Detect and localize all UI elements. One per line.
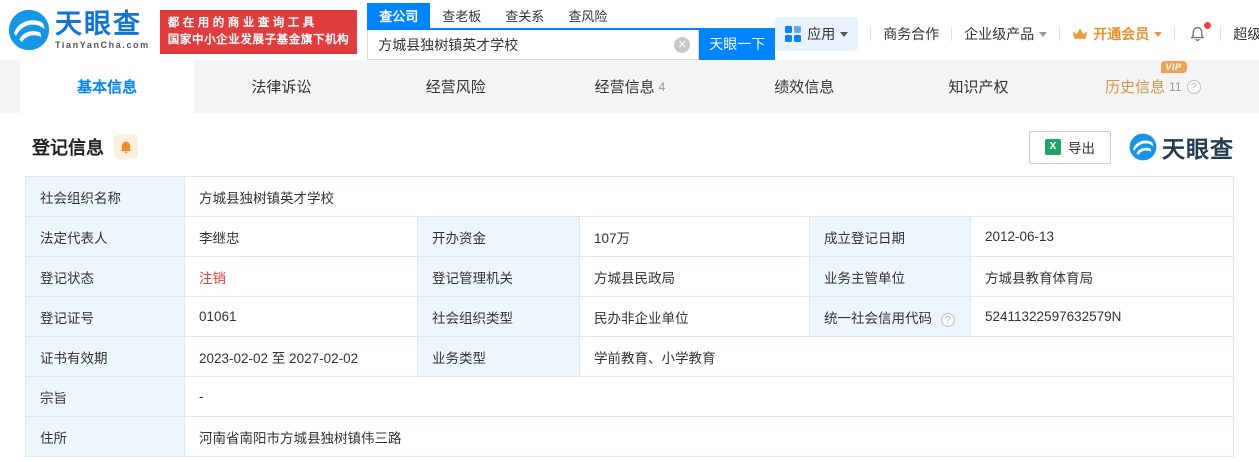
table-row: 住所 河南省南阳市方城县独树镇伟三路 [25, 416, 1234, 457]
main-content: 登记信息 X 导出 天眼查 社会组织名称 方城县独树镇英才学校 法定代表人 李继… [0, 130, 1259, 457]
promo-line-2: 国家中小企业发展子基金旗下机构 [167, 34, 350, 46]
field-value: - [184, 376, 1234, 417]
tianyancha-logo[interactable]: 天眼查 TianYanCha.com [8, 9, 150, 60]
field-value: 河南省南阳市方城县独树镇伟三路 [184, 416, 1234, 457]
logo-title: 天眼查 [55, 9, 142, 39]
table-row: 社会组织名称 方城县独树镇英才学校 [25, 176, 1234, 217]
help-icon[interactable]: ? [1186, 79, 1201, 94]
table-row: 登记状态 注销 登记管理机关 方城县民政局 业务主管单位 方城县教育体育局 [25, 256, 1234, 297]
table-row: 法定代表人 李继忠 开办资金 107万 成立登记日期 2012-06-13 [25, 216, 1234, 257]
nav-enterprise-products[interactable]: 企业级产品 [964, 24, 1048, 44]
field-label: 业务类型 [417, 336, 580, 377]
help-icon[interactable]: ? [940, 312, 955, 327]
field-label: 成立登记日期 [809, 216, 971, 257]
tianyancha-logo-icon [8, 9, 50, 51]
field-label: 社会组织名称 [25, 176, 185, 217]
top-nav: 应用 商务合作 企业级产品 开通会员 超级风... [775, 16, 1259, 52]
bell-icon [1190, 26, 1205, 42]
apps-menu[interactable]: 应用 [775, 17, 859, 51]
username: 超级风... [1233, 26, 1259, 42]
table-row: 宗旨 - [25, 376, 1234, 417]
field-value: 学前教育、小学教育 [579, 336, 1234, 377]
section-title: 登记信息 [32, 138, 104, 158]
search-tab-risk[interactable]: 查风险 [556, 3, 619, 28]
tianyancha-logo-icon [1129, 133, 1157, 161]
divider [951, 27, 953, 41]
subscribe-bell-button[interactable] [114, 135, 138, 159]
search-button[interactable]: 天眼一下 [699, 28, 776, 60]
bell-icon [120, 141, 132, 153]
notification-bell[interactable] [1187, 22, 1212, 43]
chevron-down-icon [840, 31, 849, 37]
top-header: 天眼查 TianYanCha.com 都在用的商业查询工具 国家中小企业发展子基… [0, 0, 1259, 60]
search-tab-relation[interactable]: 查关系 [493, 3, 556, 28]
field-label: 登记管理机关 [417, 256, 580, 297]
tab-operating-risk[interactable]: 经营风险 [369, 60, 543, 113]
field-value: 107万 [579, 216, 810, 257]
registration-status: 注销 [184, 256, 418, 297]
tab-performance-info[interactable]: 绩效信息 [717, 60, 891, 113]
field-value: 2012-06-13 [970, 216, 1234, 257]
registration-table: 社会组织名称 方城县独树镇英才学校 法定代表人 李继忠 开办资金 107万 成立… [25, 176, 1234, 457]
detail-tabs: 基本信息 法律诉讼 经营风险 经营信息 4 绩效信息 知识产权 VIP 历史信息… [0, 60, 1259, 113]
field-value: 方城县教育体育局 [970, 256, 1234, 297]
divider [1220, 27, 1222, 41]
nav-open-membership[interactable]: 开通会员 [1072, 24, 1163, 44]
tab-operating-info[interactable]: 经营信息 4 [543, 60, 717, 113]
section-header: 登记信息 X 导出 天眼查 [25, 130, 1234, 164]
clear-icon[interactable]: ✕ [674, 36, 691, 53]
tab-count: 4 [658, 79, 666, 94]
field-label: 住所 [25, 416, 185, 457]
field-value: 李继忠 [184, 216, 418, 257]
table-row: 证书有效期 2023-02-02 至 2027-02-02 业务类型 学前教育、… [25, 336, 1234, 377]
user-menu[interactable]: 超级风... [1233, 24, 1259, 44]
field-value: 方城县民政局 [579, 256, 810, 297]
search-tabs: 查公司 查老板 查关系 查风险 [367, 3, 700, 30]
divider [1174, 27, 1176, 41]
search-tab-company[interactable]: 查公司 [367, 3, 431, 28]
apps-label: 应用 [807, 26, 836, 42]
tab-basic-info[interactable]: 基本信息 [20, 60, 195, 113]
chevron-down-icon [1154, 31, 1163, 37]
field-value: 52411322597632579N [970, 296, 1234, 337]
watermark-logo: 天眼查 [1129, 130, 1234, 164]
apps-grid-icon [785, 26, 802, 42]
table-row: 登记证号 01061 社会组织类型 民办非企业单位 统一社会信用代码 ? 524… [25, 296, 1234, 337]
watermark-text: 天眼查 [1162, 136, 1234, 162]
field-value: 方城县独树镇英才学校 [184, 176, 1234, 217]
field-label: 宗旨 [25, 376, 185, 417]
field-value: 01061 [184, 296, 418, 337]
field-label: 法定代表人 [25, 216, 185, 257]
promo-banner: 都在用的商业查询工具 国家中小企业发展子基金旗下机构 [159, 10, 358, 54]
field-label: 登记状态 [25, 256, 185, 297]
nav-business-cooperation[interactable]: 商务合作 [883, 24, 939, 44]
logo-subtitle: TianYanCha.com [55, 40, 150, 50]
field-label: 社会组织类型 [417, 296, 580, 337]
field-label: 开办资金 [417, 216, 580, 257]
field-value: 民办非企业单位 [579, 296, 810, 337]
search-area: 查公司 查老板 查关系 查风险 ✕ 天眼一下 [367, 2, 776, 60]
divider [1059, 27, 1061, 41]
search-tab-boss[interactable]: 查老板 [430, 3, 493, 28]
tab-intellectual-property[interactable]: 知识产权 [891, 60, 1065, 113]
field-label: 登记证号 [25, 296, 185, 337]
field-label: 统一社会信用代码 ? [809, 296, 971, 337]
notification-dot [1204, 22, 1212, 29]
chevron-down-icon [1039, 31, 1048, 37]
crown-icon [1072, 27, 1088, 41]
divider [870, 27, 872, 41]
field-label: 证书有效期 [25, 336, 185, 377]
vip-badge: VIP [1160, 61, 1187, 73]
tab-history-info[interactable]: VIP 历史信息 11 ? [1066, 60, 1240, 113]
tab-count: 11 [1169, 79, 1182, 94]
field-label: 业务主管单位 [809, 256, 971, 297]
search-input[interactable] [368, 30, 699, 59]
export-button[interactable]: X 导出 [1029, 130, 1111, 164]
promo-line-1: 都在用的商业查询工具 [167, 17, 318, 29]
tab-legal-litigation[interactable]: 法律诉讼 [194, 60, 368, 113]
field-value: 2023-02-02 至 2027-02-02 [184, 336, 418, 377]
excel-icon: X [1045, 139, 1061, 155]
